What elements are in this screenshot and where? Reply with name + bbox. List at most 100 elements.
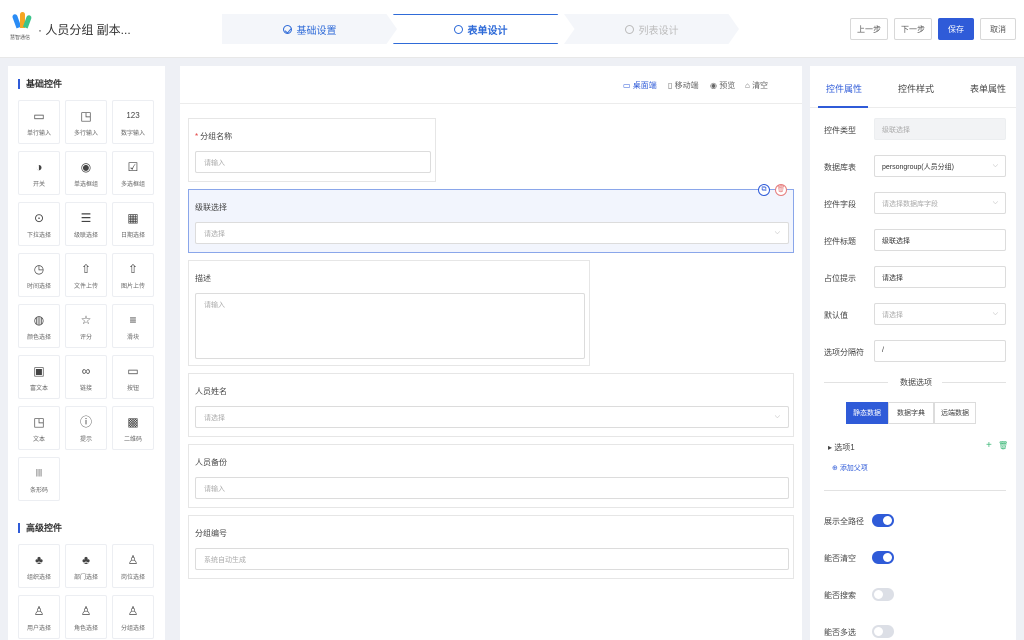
group-number-input[interactable]: 系统自动生成 bbox=[195, 548, 789, 570]
widget-barcode[interactable]: ||| 条形码 bbox=[18, 457, 60, 501]
prop-input[interactable]: 请选择 ⌵ bbox=[874, 303, 1006, 325]
number-icon: 123 bbox=[126, 111, 140, 120]
file-upload-icon: ⇧ bbox=[80, 262, 92, 276]
widget-rich-text[interactable]: ▣ 富文本 bbox=[18, 355, 60, 399]
delete-icon[interactable]: 🗑 bbox=[775, 184, 787, 196]
link-icon: ∞ bbox=[81, 364, 91, 378]
widget-text[interactable]: ◳ 文本 bbox=[18, 406, 60, 450]
mobile-view-button[interactable]: ▯ 移动端 bbox=[668, 80, 699, 91]
toggle-switch[interactable] bbox=[872, 514, 894, 527]
prop-label: 控件类型 bbox=[824, 126, 856, 135]
widget-group[interactable]: ♙ 分组选择 bbox=[112, 595, 154, 639]
widget-qrcode[interactable]: ▩ 二维码 bbox=[112, 406, 154, 450]
widget-label: 多行输入 bbox=[73, 131, 98, 137]
widget-dropdown[interactable]: ⊙ 下拉选择 bbox=[18, 202, 60, 246]
toggle-switch[interactable] bbox=[872, 588, 894, 601]
widget-label: 文本 bbox=[32, 437, 45, 443]
widget-label: 组织选择 bbox=[26, 575, 51, 581]
step-list-design[interactable]: 列表设计 bbox=[564, 14, 739, 44]
save-button[interactable]: 保存 bbox=[938, 18, 974, 40]
dropdown-icon: ⊙ bbox=[33, 211, 45, 225]
tab-remote-data[interactable]: 远端数据 bbox=[934, 402, 976, 424]
widget-label: 用户选择 bbox=[26, 626, 51, 632]
widget-label: 部门选择 bbox=[73, 575, 98, 581]
widget-button[interactable]: ▭ 按钮 bbox=[112, 355, 154, 399]
widget-label: 时间选择 bbox=[26, 284, 51, 290]
prev-step-button[interactable]: 上一步 bbox=[850, 18, 888, 40]
person-name-select[interactable]: 请选择 ⌵ bbox=[195, 406, 789, 428]
next-step-button[interactable]: 下一步 bbox=[894, 18, 932, 40]
prop-label: 选项分隔符 bbox=[824, 348, 864, 357]
switch-label: 能否搜索 bbox=[824, 591, 856, 600]
add-icon[interactable]: + bbox=[986, 440, 992, 451]
tab-widget-style[interactable]: 控件样式 bbox=[898, 82, 934, 95]
prop-input[interactable]: 级联选择 bbox=[874, 229, 1006, 251]
widget-star[interactable]: ☆ 评分 bbox=[65, 304, 107, 348]
widget-link[interactable]: ∞ 链接 bbox=[65, 355, 107, 399]
widget-org[interactable]: ♣ 组织选择 bbox=[18, 544, 60, 588]
widget-cascade[interactable]: ☰ 级联选择 bbox=[65, 202, 107, 246]
widget-number[interactable]: 123 数字输入 bbox=[112, 100, 154, 144]
widget-clock[interactable]: ◷ 时间选择 bbox=[18, 253, 60, 297]
form-field-group-number[interactable]: 分组编号 系统自动生成 bbox=[188, 515, 794, 579]
tab-widget-properties[interactable]: 控件属性 bbox=[826, 82, 862, 95]
prop-label: 控件字段 bbox=[824, 200, 856, 209]
switch-label: 展示全路径 bbox=[824, 517, 864, 526]
tab-data-dictionary[interactable]: 数据字典 bbox=[888, 402, 934, 424]
option-item[interactable]: ▸ 选项1 bbox=[828, 442, 855, 453]
toggle-switch[interactable] bbox=[872, 625, 894, 638]
form-field-description[interactable]: 描述 请输入 bbox=[188, 260, 590, 366]
trash-icon[interactable]: 🗑 bbox=[998, 441, 1008, 450]
chevron-down-icon: ⌵ bbox=[992, 199, 998, 206]
group-icon: ♙ bbox=[127, 604, 139, 618]
form-field-cascade-select[interactable]: 级联选择 请选择 ⌵ ⧉ 🗑 bbox=[188, 184, 794, 253]
prop-input[interactable]: 请选择 bbox=[874, 266, 1006, 288]
copy-icon[interactable]: ⧉ bbox=[758, 184, 770, 196]
tab-form-properties[interactable]: 表单属性 bbox=[970, 82, 1006, 95]
widget-label: 颜色选择 bbox=[26, 335, 51, 341]
prop-input[interactable]: 请选择数据库字段 ⌵ bbox=[874, 192, 1006, 214]
toggle-switch[interactable] bbox=[872, 551, 894, 564]
org-icon: ♣ bbox=[35, 553, 43, 567]
widget-user[interactable]: ♙ 用户选择 bbox=[18, 595, 60, 639]
widget-role[interactable]: ♙ 角色选择 bbox=[65, 595, 107, 639]
cancel-button[interactable]: 取消 bbox=[980, 18, 1016, 40]
widget-position[interactable]: ♙ 岗位选择 bbox=[112, 544, 154, 588]
prop-label: 控件标题 bbox=[824, 237, 856, 246]
info-icon: ⓘ bbox=[79, 415, 92, 429]
widget-multi-line[interactable]: ◳ 多行输入 bbox=[65, 100, 107, 144]
widget-radio[interactable]: ◉ 单选框组 bbox=[65, 151, 107, 195]
circle-icon bbox=[624, 24, 634, 34]
form-canvas: ▭ 桌面端 ▯ 移动端 ◉ 预览 ⌂ 清空 * 分组名称 请输入 级联选择 请选择… bbox=[180, 66, 802, 640]
widget-checkbox[interactable]: ☑ 多选框组 bbox=[112, 151, 154, 195]
widget-file-upload[interactable]: ⇧ 文件上传 bbox=[65, 253, 107, 297]
widget-calendar[interactable]: ▦ 日期选择 bbox=[112, 202, 154, 246]
widget-department[interactable]: ♣ 部门选择 bbox=[65, 544, 107, 588]
step-form-design[interactable]: 表单设计 bbox=[393, 14, 568, 44]
preview-button[interactable]: ◉ 预览 bbox=[710, 80, 735, 91]
widget-label: 分组选择 bbox=[120, 626, 145, 632]
widget-palette[interactable]: ◍ 颜色选择 bbox=[18, 304, 60, 348]
widget-info[interactable]: ⓘ 提示 bbox=[65, 406, 107, 450]
desktop-view-button[interactable]: ▭ 桌面端 bbox=[623, 80, 657, 91]
form-field-person-backup[interactable]: 人员备份 请输入 bbox=[188, 444, 794, 508]
description-textarea[interactable]: 请输入 bbox=[195, 293, 585, 359]
widget-switch[interactable]: ◑ 开关 bbox=[18, 151, 60, 195]
step-basic-settings[interactable]: 基础设置 bbox=[222, 14, 397, 44]
prop-input[interactable]: persongroup(人员分组) ⌵ bbox=[874, 155, 1006, 177]
group-name-input[interactable]: 请输入 bbox=[195, 151, 431, 173]
widget-image-upload[interactable]: ⇧ 图片上传 bbox=[112, 253, 154, 297]
tab-static-data[interactable]: 静态数据 bbox=[846, 402, 888, 424]
widget-single-line[interactable]: ▭ 单行输入 bbox=[18, 100, 60, 144]
person-backup-input[interactable]: 请输入 bbox=[195, 477, 789, 499]
clear-button[interactable]: ⌂ 清空 bbox=[745, 80, 768, 91]
widget-label: 提示 bbox=[79, 437, 92, 443]
star-icon: ☆ bbox=[80, 313, 92, 327]
form-field-person-name[interactable]: 人员姓名 请选择 ⌵ bbox=[188, 373, 794, 437]
widget-slider[interactable]: ≡ 滑块 bbox=[112, 304, 154, 348]
cascade-select-input[interactable]: 请选择 ⌵ bbox=[195, 222, 789, 244]
add-parent-link[interactable]: ⊕ 添加父项 bbox=[832, 463, 868, 473]
form-field-group-name[interactable]: * 分组名称 请输入 bbox=[188, 118, 436, 182]
radio-icon: ◉ bbox=[80, 160, 92, 174]
prop-input[interactable]: / bbox=[874, 340, 1006, 362]
